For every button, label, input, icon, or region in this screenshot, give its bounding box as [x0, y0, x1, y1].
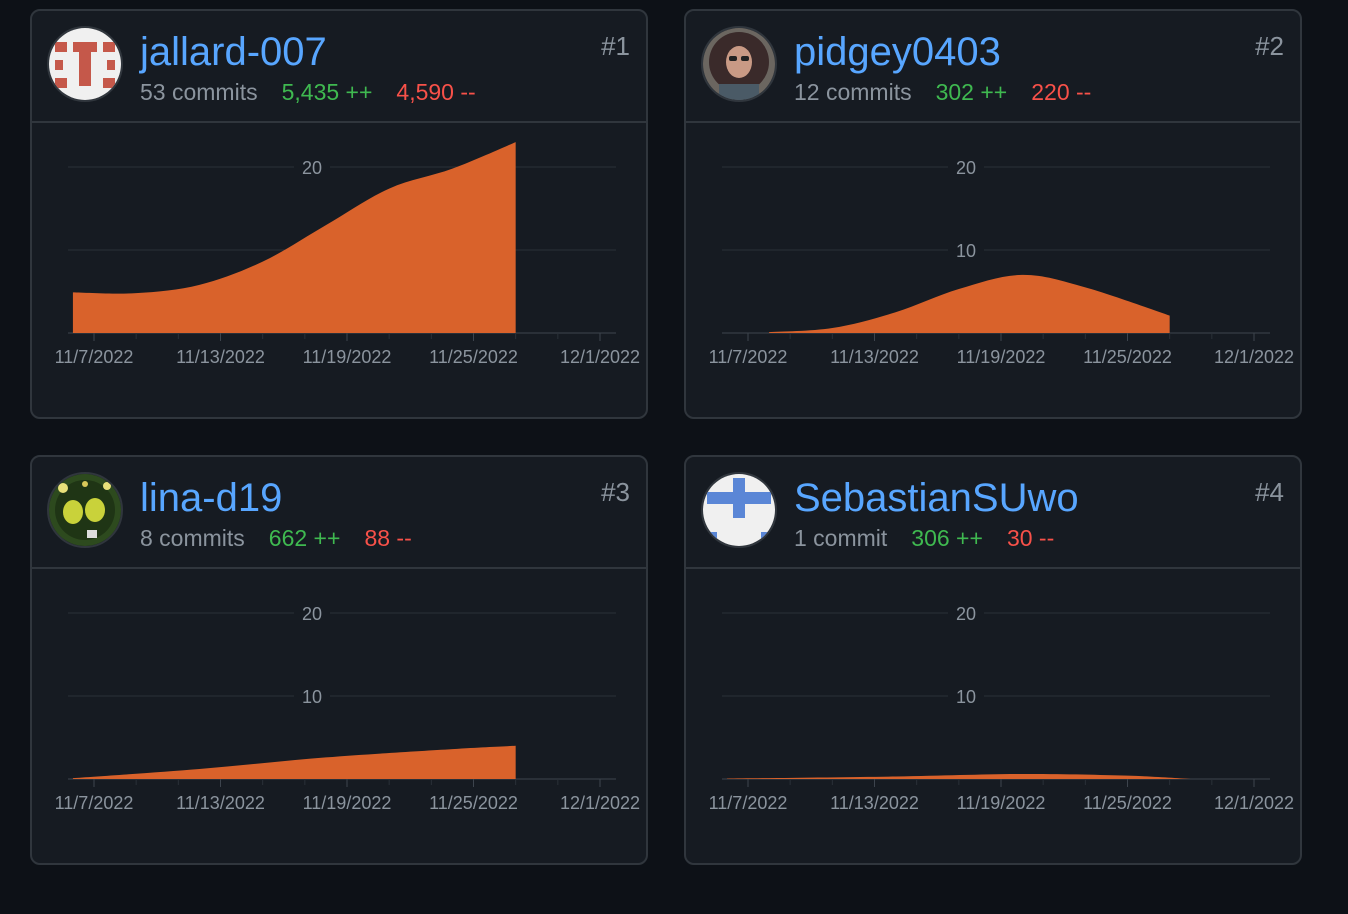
x-tick-label: 11/13/2022 [830, 347, 919, 367]
x-tick-label: 11/25/2022 [429, 347, 518, 367]
x-tick-label: 11/25/2022 [429, 793, 518, 813]
x-tick-label: 11/7/2022 [55, 347, 134, 367]
x-tick-label: 11/13/2022 [176, 347, 265, 367]
commit-count-link[interactable]: 8 commits [140, 525, 245, 551]
rank-label: #1 [601, 31, 630, 61]
username-link[interactable]: SebastianSUwo [794, 475, 1079, 521]
identicon-blue-icon[interactable] [701, 472, 777, 548]
deletions-count: 30 -- [1006, 525, 1055, 551]
contribution-stats: 12 commits 302 ++ 220 -- [794, 79, 1091, 105]
x-tick-label: 11/7/2022 [709, 793, 788, 813]
x-tick-label: 11/7/2022 [55, 793, 134, 813]
commit-count-link[interactable]: 12 commits [794, 79, 912, 105]
card-header: lina-d19 8 commits 662 ++ 88 -- #3 [32, 457, 646, 569]
contributor-card: pidgey0403 12 commits 302 ++ 220 -- #2 20 1… [684, 9, 1302, 419]
y-tick-label: 10 [956, 687, 976, 707]
username-link[interactable]: lina-d19 [140, 475, 282, 521]
card-header: jallard-007 53 commits 5,435 ++ 4,590 -- #… [32, 11, 646, 123]
deletions-count: 220 -- [1031, 79, 1092, 105]
contributor-card: jallard-007 53 commits 5,435 ++ 4,590 -- #… [30, 9, 648, 419]
y-tick-label: 20 [302, 158, 322, 178]
profile-photo-icon[interactable] [701, 26, 777, 102]
rank-label: #2 [1255, 31, 1284, 61]
deletions-count: 88 -- [364, 525, 412, 551]
card-header: pidgey0403 12 commits 302 ++ 220 -- #2 [686, 11, 1300, 123]
y-tick-label: 10 [302, 687, 322, 707]
username-link[interactable]: jallard-007 [140, 29, 327, 75]
frogs-photo-icon[interactable] [47, 472, 123, 548]
contribution-chart: 20 10 11/7/2022 11/13/2022 11/19/2022 11/25/2… [709, 156, 1294, 367]
x-tick-label: 11/7/2022 [709, 347, 788, 367]
contribution-chart: 20 11/7/2022 11/13/2022 11/19/2022 11/25/202… [55, 142, 640, 367]
x-tick-label: 11/25/2022 [1083, 793, 1172, 813]
commit-area-series [726, 774, 1191, 779]
additions-count: 306 ++ [911, 525, 983, 551]
additions-count: 5,435 ++ [281, 79, 373, 105]
card-header: SebastianSUwo 1 commit 306 ++ 30 -- #4 [686, 457, 1300, 569]
additions-count: 662 ++ [268, 525, 341, 551]
x-tick-label: 11/19/2022 [303, 347, 392, 367]
contribution-chart: 20 10 11/7/2022 11/13/2022 11/19/2022 11/25/2… [55, 602, 640, 813]
x-tick-label: 11/19/2022 [303, 793, 392, 813]
x-tick-label: 12/1/2022 [1214, 347, 1294, 367]
commit-area-series [72, 745, 516, 779]
rank-label: #4 [1255, 477, 1284, 507]
identicon-red-icon[interactable] [47, 26, 123, 102]
y-tick-label: 20 [956, 604, 976, 624]
commit-count-link[interactable]: 1 commit [794, 525, 887, 551]
contribution-stats: 1 commit 306 ++ 30 -- [794, 525, 1054, 551]
y-tick-label: 20 [302, 604, 322, 624]
deletions-count: 4,590 -- [396, 79, 476, 105]
y-tick-label: 20 [956, 158, 976, 178]
contributor-card: lina-d19 8 commits 662 ++ 88 -- #3 20 10 11/… [30, 455, 648, 865]
commit-count-link[interactable]: 53 commits [140, 79, 258, 105]
x-tick-label: 12/1/2022 [1214, 793, 1294, 813]
x-tick-label: 11/19/2022 [957, 793, 1046, 813]
additions-count: 302 ++ [935, 79, 1008, 105]
x-tick-label: 12/1/2022 [560, 347, 640, 367]
contribution-stats: 8 commits 662 ++ 88 -- [140, 525, 412, 551]
commit-area-series [769, 274, 1170, 333]
x-tick-label: 11/13/2022 [830, 793, 919, 813]
y-tick-label: 10 [956, 241, 976, 261]
contributor-card: SebastianSUwo 1 commit 306 ++ 30 -- #4 20 1… [684, 455, 1302, 865]
username-link[interactable]: pidgey0403 [794, 29, 1001, 75]
x-tick-label: 11/19/2022 [957, 347, 1046, 367]
x-tick-label: 11/13/2022 [176, 793, 265, 813]
contribution-chart: 20 10 11/7/2022 11/13/2022 11/19/2022 11/25/2… [709, 602, 1294, 813]
x-tick-label: 11/25/2022 [1083, 347, 1172, 367]
contribution-stats: 53 commits 5,435 ++ 4,590 -- [140, 79, 476, 105]
x-tick-label: 12/1/2022 [560, 793, 640, 813]
rank-label: #3 [601, 477, 630, 507]
